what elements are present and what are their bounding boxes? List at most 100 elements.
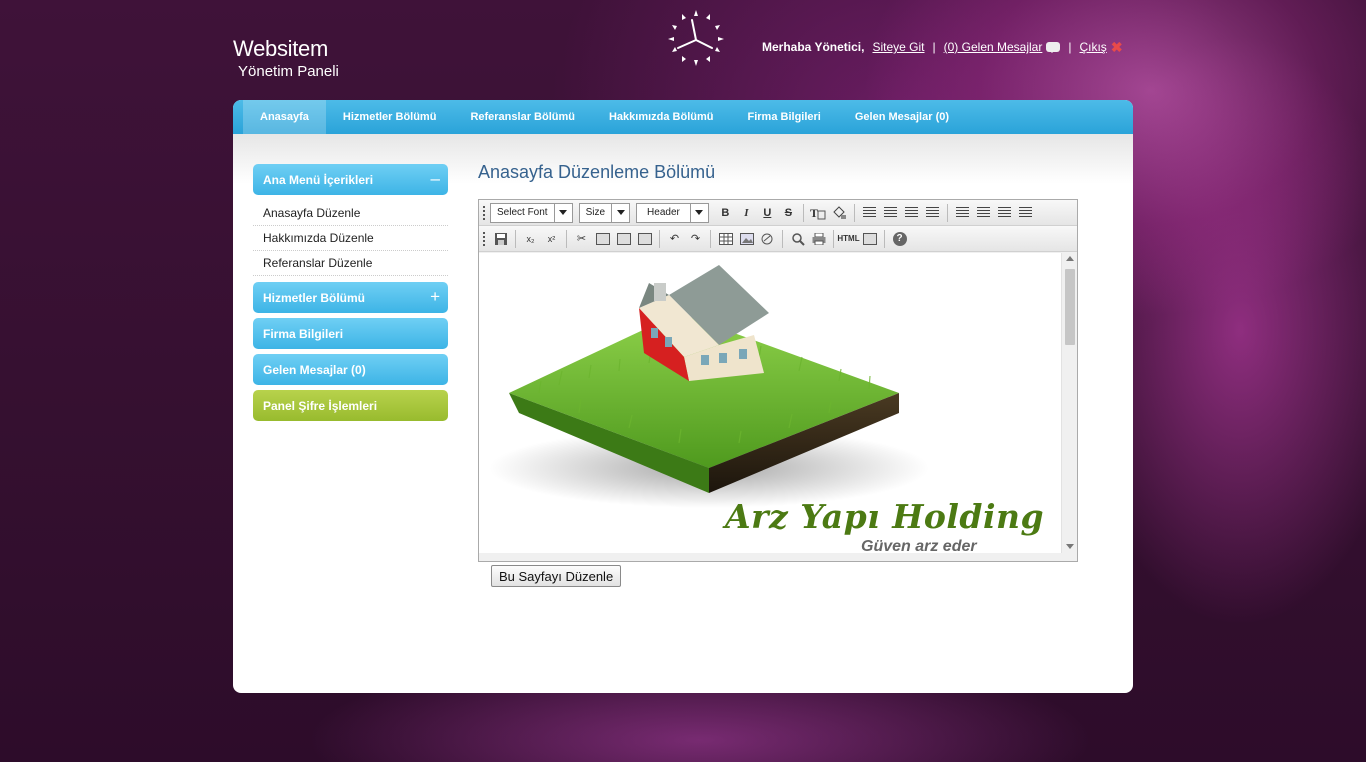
align-left-icon[interactable] [880,203,901,223]
indent-icon[interactable] [1015,203,1036,223]
site-link[interactable]: Siteye Git [872,40,924,54]
image-icon[interactable] [736,229,757,249]
sidebar-item-label: Hizmetler Bölümü [263,290,366,305]
sidebar-subitem-anasayfa[interactable]: Anasayfa Düzenle [253,201,448,226]
header-select[interactable]: Header [636,202,709,223]
toolbar-divider [782,229,783,248]
strikethrough-button[interactable]: S [778,203,799,223]
toolbar-divider [946,203,948,222]
undo-icon[interactable]: ↶ [664,229,685,249]
editor-content[interactable]: Arz Yapı Holding Güven arz eder [479,253,1061,553]
size-select-label: Size [585,207,606,218]
help-icon: ? [892,231,907,246]
justify-icon[interactable] [859,203,880,223]
tab-hakkimizda[interactable]: Hakkımızda Bölümü [592,100,731,134]
lines-glyph [883,207,897,218]
table-icon[interactable] [715,229,736,249]
underline-button[interactable]: U [757,203,778,223]
lines-glyph [925,207,939,218]
header-select-label: Header [647,207,680,218]
box-glyph [616,232,631,245]
tab-gelen-mesajlar[interactable]: Gelen Mesajlar (0) [838,100,966,134]
messages-link[interactable]: (0) Gelen Mesajlar [944,40,1043,54]
chevron-down-icon [611,203,629,222]
sidebar-item-services[interactable]: Hizmetler Bölümü + [253,282,448,313]
box-glyph [862,232,877,245]
rich-text-editor: Select Font Size Header B I U S T x₂ x² … [478,199,1078,562]
expand-icon[interactable]: + [430,287,440,307]
logout-link[interactable]: Çıkış [1079,40,1106,54]
sidebar-subitem-hakkimizda[interactable]: Hakkımızda Düzenle [253,226,448,251]
paste-icon[interactable] [613,229,634,249]
tab-referanslar[interactable]: Referanslar Bölümü [453,100,592,134]
tab-firma-bilgileri[interactable]: Firma Bilgileri [731,100,838,134]
page-title: Anasayfa Düzenleme Bölümü [478,162,716,182]
link-icon[interactable] [757,229,778,249]
toolbar-divider [515,229,516,248]
tab-anasayfa[interactable]: Anasayfa [243,100,326,134]
preview-icon[interactable] [787,229,808,249]
chevron-down-icon [689,203,708,222]
greeting-text: Merhaba Yönetici, [762,40,865,54]
subscript-button[interactable]: x₂ [520,229,541,249]
svg-text:T: T [810,206,818,220]
content-area: Anasayfa Düzenleme Bölümü Select Font Si… [478,162,1078,562]
collapse-icon[interactable]: – [431,169,440,189]
site-title: Websitem [233,36,328,61]
lines-glyph [955,207,969,218]
sidebar-subitem-referanslar[interactable]: Referanslar Düzenle [253,251,448,276]
sidebar-item-company[interactable]: Firma Bilgileri [253,318,448,349]
toolbar-divider [566,229,567,248]
sidebar-item-main-menu[interactable]: Ana Menü İçerikleri – [253,164,448,195]
scroll-down-icon[interactable] [1066,544,1074,549]
save-icon[interactable] [490,229,511,249]
align-center-icon[interactable] [901,203,922,223]
toolbar-grip-icon [483,205,486,220]
box-glyph [637,232,652,245]
superscript-button[interactable]: x² [541,229,562,249]
separator: | [932,40,936,54]
numbered-list-icon[interactable] [973,203,994,223]
background-color-icon[interactable] [829,203,850,223]
cut-icon[interactable]: ✂ [571,229,592,249]
close-icon[interactable]: ✖ [1111,39,1123,56]
align-right-icon[interactable] [922,203,943,223]
scroll-up-icon[interactable] [1066,256,1074,261]
lines-glyph [997,207,1011,218]
copy-icon[interactable] [592,229,613,249]
bold-button[interactable]: B [715,203,736,223]
html-mode-button[interactable]: HTML [837,229,859,249]
help-button[interactable]: ? [889,229,910,249]
print-icon[interactable] [808,229,829,249]
message-bubble-icon [1046,42,1061,53]
toolbar-divider [802,203,804,222]
lines-glyph [862,207,876,218]
size-select[interactable]: Size [578,202,631,223]
redo-icon[interactable]: ↷ [685,229,706,249]
sidebar-item-messages[interactable]: Gelen Mesajlar (0) [253,354,448,385]
bullet-list-icon[interactable] [952,203,973,223]
tab-hizmetler[interactable]: Hizmetler Bölümü [326,100,454,134]
toolbar-divider [710,229,711,248]
toolbar-divider [833,229,834,248]
scrollbar-thumb[interactable] [1065,269,1075,345]
toolbar-divider [884,229,885,248]
font-select[interactable]: Select Font [490,202,573,223]
outdent-icon[interactable] [994,203,1015,223]
submit-button[interactable]: Bu Sayfayı Düzenle [491,565,622,587]
brand-image-tagline: Güven arz eder [861,538,977,553]
paste-word-icon[interactable] [634,229,655,249]
toolbar-divider [853,203,855,222]
separator: | [1068,40,1072,54]
italic-button[interactable]: I [736,203,757,223]
text-color-icon[interactable]: T [808,203,829,223]
box-glyph [595,232,610,245]
site-subtitle: Yönetim Paneli [238,63,339,80]
main-nav: Anasayfa Hizmetler Bölümü Referanslar Bö… [233,100,1133,134]
editor-scrollbar[interactable] [1061,253,1077,553]
fullscreen-icon[interactable] [859,229,880,249]
sidebar-item-password[interactable]: Panel Şifre İşlemleri [253,390,448,421]
toolbar-divider [659,229,660,248]
site-logo: Websitem Yönetim Paneli [233,36,339,82]
sidebar-item-label: Ana Menü İçerikleri [263,172,374,187]
